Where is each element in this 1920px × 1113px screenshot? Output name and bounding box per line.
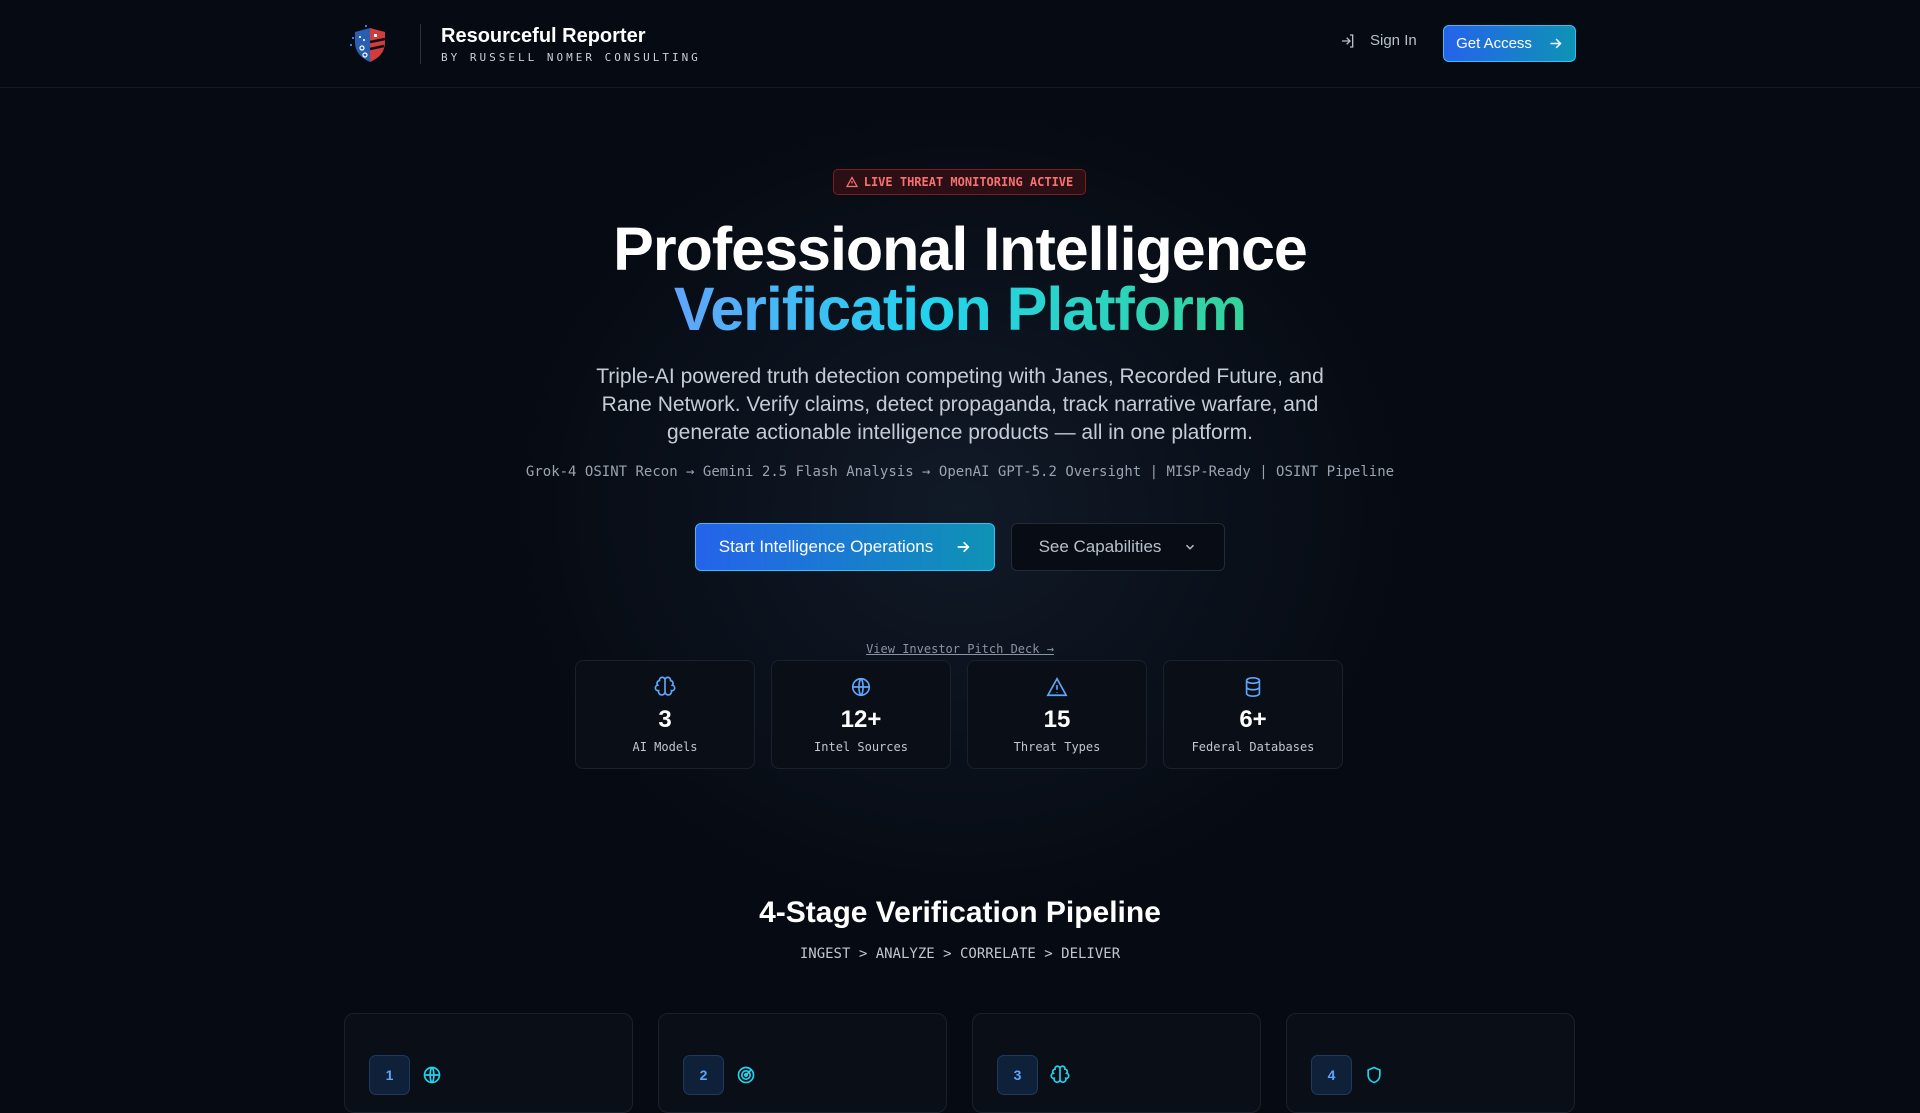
globe-icon xyxy=(423,1066,441,1084)
hero-description: Triple-AI powered truth detection compet… xyxy=(596,365,1324,444)
see-capabilities-label: See Capabilities xyxy=(1038,537,1162,556)
sign-in-button[interactable]: Sign In xyxy=(1340,32,1417,49)
brand-subtitle: BY RUSSELL NOMER CONSULTING xyxy=(441,51,701,64)
chevron-down-icon xyxy=(1186,544,1195,550)
get-access-label: Get Access xyxy=(1456,35,1532,52)
top-nav: Resourceful Reporter BY RUSSELL NOMER CO… xyxy=(0,0,1920,88)
database-icon xyxy=(1245,677,1261,697)
radar-icon xyxy=(737,1066,755,1084)
stage-number: 4 xyxy=(1311,1055,1352,1095)
stage-number: 3 xyxy=(997,1055,1038,1095)
investor-pitch-deck-link[interactable]: View Investor Pitch Deck → xyxy=(866,642,1054,656)
stage-card: 1 xyxy=(344,1013,633,1113)
warning-icon xyxy=(845,176,858,188)
stage-number: 1 xyxy=(369,1055,410,1095)
brand-name[interactable]: Resourceful Reporter xyxy=(441,25,646,48)
get-access-button[interactable]: Get Access xyxy=(1443,25,1576,62)
shield-flag-logo-icon[interactable] xyxy=(347,22,393,68)
stage-card: 4 xyxy=(1286,1013,1575,1113)
arrow-right-icon xyxy=(1550,38,1562,49)
see-capabilities-button[interactable]: See Capabilities xyxy=(1011,523,1225,571)
warning-icon xyxy=(1046,677,1068,697)
hero-title-line2: Verification Platform xyxy=(0,279,1920,340)
globe-icon xyxy=(851,677,871,697)
stat-card: 12+ Intel Sources xyxy=(771,660,951,769)
stat-value: 6+ xyxy=(1239,706,1267,733)
stage-card: 2 xyxy=(658,1013,947,1113)
stat-card: 3 AI Models xyxy=(575,660,755,769)
pipeline-section-title: 4-Stage Verification Pipeline xyxy=(759,896,1161,929)
pipeline-stages: 1 2 3 4 xyxy=(344,1013,1575,1113)
stage-card: 3 xyxy=(972,1013,1261,1113)
shield-icon xyxy=(1367,1066,1381,1084)
brain-icon xyxy=(1050,1065,1070,1084)
live-threat-badge: LIVE THREAT MONITORING ACTIVE xyxy=(833,169,1086,195)
stat-label: Intel Sources xyxy=(814,740,908,754)
brain-icon xyxy=(654,676,676,696)
stat-card: 6+ Federal Databases xyxy=(1163,660,1343,769)
stat-value: 15 xyxy=(1043,706,1071,733)
stat-card: 15 Threat Types xyxy=(967,660,1147,769)
hero-title-line1: Professional Intelligence xyxy=(613,215,1308,283)
stat-label: Threat Types xyxy=(1013,740,1101,754)
pitch-deck-row: View Investor Pitch Deck → xyxy=(0,640,1920,658)
login-icon xyxy=(1342,33,1354,48)
ai-pipeline-line: Grok-4 OSINT Recon → Gemini 2.5 Flash An… xyxy=(525,464,1395,480)
badge-label: LIVE THREAT MONITORING ACTIVE xyxy=(863,175,1074,189)
stage-number: 2 xyxy=(683,1055,724,1095)
stat-value: 3 xyxy=(658,706,672,733)
stat-label: AI Models xyxy=(632,740,698,754)
stat-value: 12+ xyxy=(840,706,882,733)
background-glow xyxy=(460,60,1460,960)
stat-label: Federal Databases xyxy=(1191,740,1315,754)
hero-title-gradient: Verification Platform xyxy=(673,275,1247,343)
start-operations-button[interactable]: Start Intelligence Operations xyxy=(695,523,995,571)
start-operations-label: Start Intelligence Operations xyxy=(718,537,934,556)
pipeline-section-subtitle: INGEST > ANALYZE > CORRELATE > DELIVER xyxy=(799,946,1121,962)
stats-row: 3 AI Models 12+ Intel Sources 15 Threat … xyxy=(575,660,1343,769)
header-divider xyxy=(420,24,421,64)
arrow-right-icon xyxy=(957,541,970,553)
sign-in-label: Sign In xyxy=(1370,32,1417,49)
